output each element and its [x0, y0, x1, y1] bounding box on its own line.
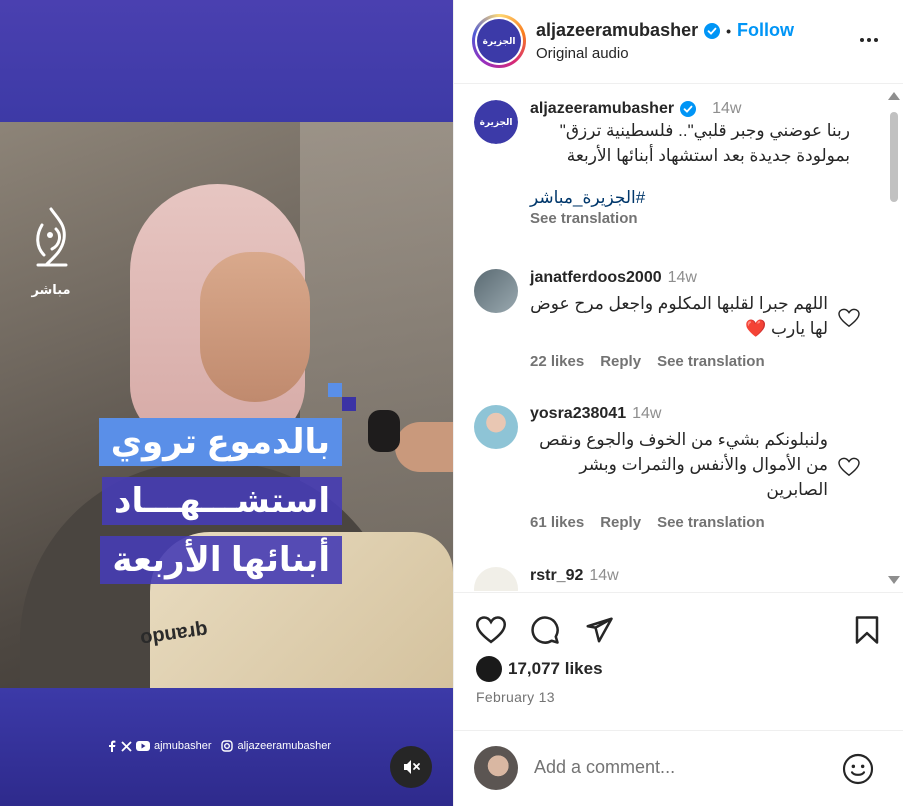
interviewer-hand — [395, 422, 453, 472]
comment-time[interactable]: 14w — [632, 405, 661, 423]
instagram-icon — [221, 740, 234, 752]
mute-button[interactable] — [390, 746, 432, 788]
facebook-icon — [109, 740, 116, 752]
post-panel: الجزيرة aljazeeramubasher • Follow Origi… — [453, 0, 903, 806]
scroll-up-arrow-icon[interactable] — [888, 92, 900, 100]
youtube-icon — [136, 741, 150, 751]
likers-avatar[interactable] — [476, 656, 502, 682]
likes-count[interactable]: 17,077 likes — [508, 659, 603, 679]
original-audio-link[interactable]: Original audio — [536, 45, 629, 62]
comment-time[interactable]: 14w — [589, 567, 618, 585]
comment-username[interactable]: janatferdoos2000 — [530, 269, 662, 287]
scroll-down-arrow-icon[interactable] — [888, 576, 900, 584]
verified-badge-icon — [704, 22, 721, 39]
caption-avatar-image: الجزيرة — [474, 100, 518, 144]
microphone — [368, 410, 400, 452]
comment-icon[interactable] — [530, 615, 560, 645]
social-handles: ajmubasher aljazeeramubasher — [107, 740, 331, 752]
comment-avatar[interactable] — [474, 269, 518, 313]
add-comment-bar — [454, 730, 903, 806]
comment-time[interactable]: 14w — [668, 269, 697, 287]
caption-hashtag[interactable]: #الجزيرة_مباشر — [530, 188, 850, 208]
emoji-picker-icon[interactable] — [842, 753, 874, 785]
comment-avatar[interactable] — [474, 405, 518, 449]
aljazeera-logo: مباشر — [28, 205, 74, 300]
comment-username[interactable]: yosra238041 — [530, 405, 626, 423]
x-icon — [121, 740, 132, 752]
like-heart-icon[interactable] — [476, 615, 506, 645]
media-top-band — [0, 0, 453, 122]
comments-scroll-area[interactable]: الجزيرة aljazeeramubasher 14w ربنا عوضني… — [454, 85, 903, 591]
caption-see-translation[interactable]: See translation — [530, 210, 850, 227]
current-user-avatar — [474, 746, 518, 790]
comment-like-heart-icon[interactable] — [838, 308, 860, 328]
more-options-button[interactable] — [854, 30, 884, 50]
comment-likes[interactable]: 22 likes — [530, 353, 584, 370]
comment-see-translation[interactable]: See translation — [657, 353, 765, 370]
caption-avatar[interactable]: الجزيرة — [474, 100, 518, 144]
comment-see-translation[interactable]: See translation — [657, 514, 765, 531]
reel-media[interactable]: opuɐɹb مباشر بالدموع تروي استشـــهـــاد … — [0, 0, 453, 806]
logo-label: مباشر — [31, 282, 71, 297]
caption-time[interactable]: 14w — [712, 100, 741, 118]
aljazeera-logo-icon — [36, 207, 68, 267]
comment-text: ولنبلونكم بشيء من الخوف والجوع ونقص من ا… — [539, 430, 828, 499]
post-header: الجزيرة aljazeeramubasher • Follow Origi… — [454, 0, 903, 84]
comment-avatar[interactable] — [474, 567, 518, 591]
comment-reply-button[interactable]: Reply — [600, 514, 641, 531]
caption-username[interactable]: aljazeeramubasher — [530, 100, 674, 118]
separator-dot: • — [726, 22, 731, 39]
headline-line-1: بالدموع تروي — [98, 418, 342, 466]
comment-username[interactable]: rstr_92 — [530, 567, 583, 585]
more-dot-icon — [874, 38, 878, 42]
comments-scrollbar[interactable] — [887, 90, 901, 586]
speaker-muted-icon — [404, 760, 420, 774]
comment-likes[interactable]: 61 likes — [530, 514, 584, 531]
more-dot-icon — [867, 38, 871, 42]
comment-like-heart-icon[interactable] — [838, 457, 860, 477]
social-handle-1: ajmubasher — [154, 740, 212, 752]
accent-square — [342, 397, 356, 411]
caption-text: ربنا عوضني وجبر قلبي".. فلسطينية ترزق" ب… — [559, 121, 850, 165]
comment-reply-button[interactable]: Reply — [600, 353, 641, 370]
headline-line-2: استشـــهـــاد — [102, 477, 342, 525]
comment-text: اللهم جبرا لقلبها المكلوم واجعل مرح عوض … — [530, 294, 828, 338]
header-username[interactable]: aljazeeramubasher — [536, 20, 698, 41]
follow-button[interactable]: Follow — [737, 20, 794, 41]
save-bookmark-icon[interactable] — [852, 615, 882, 645]
add-comment-input[interactable] — [534, 757, 824, 778]
headline-line-3: أبنائها الأربعة — [100, 536, 342, 584]
profile-avatar-story-ring[interactable]: الجزيرة — [472, 14, 526, 68]
header-user-row: aljazeeramubasher • Follow — [536, 20, 794, 41]
share-send-icon[interactable] — [584, 615, 614, 645]
social-handle-2: aljazeeramubasher — [237, 740, 332, 752]
profile-avatar: الجزيرة — [477, 19, 521, 63]
accent-square — [328, 383, 342, 397]
woman-face — [200, 252, 310, 402]
scrollbar-thumb[interactable] — [890, 112, 898, 202]
post-date[interactable]: February 13 — [476, 689, 555, 705]
verified-badge-icon — [680, 101, 697, 117]
more-dot-icon — [860, 38, 864, 42]
